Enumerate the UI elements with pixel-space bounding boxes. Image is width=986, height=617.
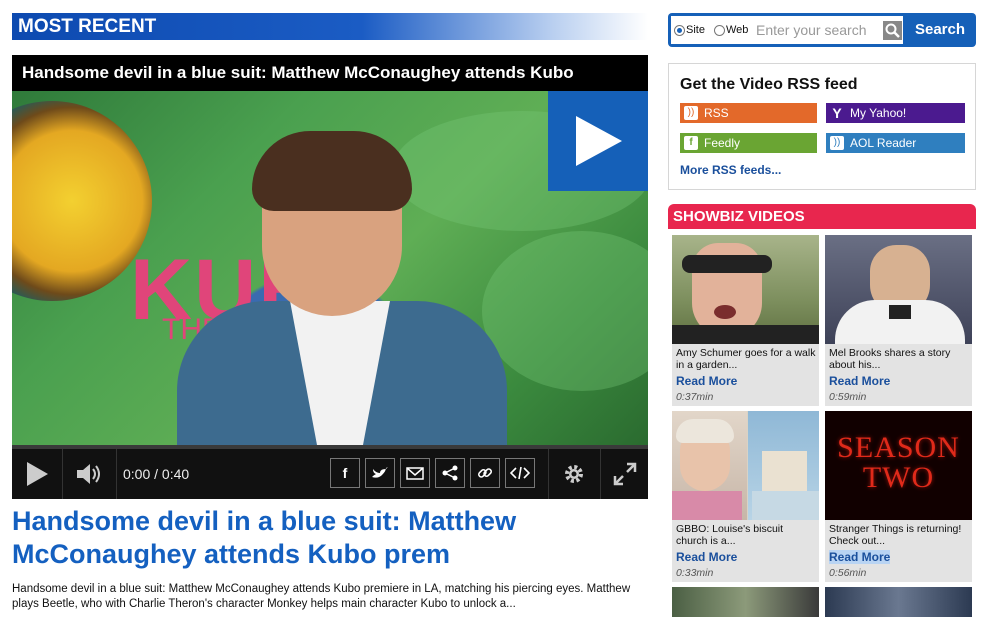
feedly-icon: f xyxy=(684,136,698,150)
video-thumbnail[interactable]: SEASON TWO xyxy=(825,411,972,520)
settings-button[interactable] xyxy=(549,449,599,499)
video-card[interactable]: Mel Brooks shares a story about his... R… xyxy=(825,235,972,406)
article-summary: Handsome devil in a blue suit: Matthew M… xyxy=(12,583,631,610)
share-button[interactable] xyxy=(435,458,465,488)
facebook-icon: f xyxy=(342,465,348,481)
video-duration: 0:37min xyxy=(676,391,714,403)
feedly-button[interactable]: f Feedly xyxy=(680,133,817,153)
aol-reader-button[interactable]: )) AOL Reader xyxy=(826,133,965,153)
video-thumbnail[interactable] xyxy=(672,587,819,617)
article-headline[interactable]: Handsome devil in a blue suit: Matthew M… xyxy=(12,505,642,571)
aol-reader-label: AOL Reader xyxy=(850,136,917,150)
read-more-link[interactable]: Read More xyxy=(676,550,737,564)
read-more-link[interactable]: Read More xyxy=(829,374,890,388)
yahoo-icon: Y xyxy=(832,105,842,121)
video-card[interactable] xyxy=(825,587,972,617)
video-card[interactable] xyxy=(672,587,819,617)
rss-button[interactable]: )) RSS xyxy=(680,103,817,123)
video-thumbnail[interactable] xyxy=(825,235,972,344)
big-play-button[interactable] xyxy=(548,91,648,191)
video-caption: Amy Schumer goes for a walk in a garden.… xyxy=(676,347,816,371)
video-controls: 0:00 / 0:40 f xyxy=(12,449,648,499)
twitter-icon xyxy=(372,467,388,478)
volume-control[interactable] xyxy=(64,449,114,499)
fullscreen-icon xyxy=(613,462,636,486)
share-icon xyxy=(442,465,458,481)
search-input[interactable] xyxy=(756,20,878,40)
facebook-share-button[interactable]: f xyxy=(330,458,360,488)
embed-icon xyxy=(510,466,530,480)
embed-button[interactable] xyxy=(505,458,535,488)
read-more-link[interactable]: Read More xyxy=(829,550,891,564)
most-recent-label: MOST RECENT xyxy=(18,16,157,37)
web-radio-label: Web xyxy=(726,24,749,36)
my-yahoo-button[interactable]: Y My Yahoo! xyxy=(826,103,965,123)
video-card[interactable]: Amy Schumer goes for a walk in a garden.… xyxy=(672,235,819,406)
search-box: Site Web xyxy=(671,16,903,44)
my-yahoo-label: My Yahoo! xyxy=(850,106,907,120)
video-caption: GBBO: Louise's biscuit church is a... xyxy=(676,523,784,547)
play-icon xyxy=(576,116,622,166)
site-radio[interactable] xyxy=(674,25,685,36)
video-player[interactable]: Handsome devil in a blue suit: Matthew M… xyxy=(12,55,648,499)
most-recent-banner: MOST RECENT xyxy=(12,13,648,40)
video-thumbnail[interactable] xyxy=(825,587,972,617)
email-icon xyxy=(406,466,424,480)
web-radio[interactable] xyxy=(714,25,725,36)
time-display: 0:00 / 0:40 xyxy=(123,466,190,482)
video-thumbnail[interactable] xyxy=(672,235,819,344)
video-thumbnail[interactable] xyxy=(672,411,819,520)
video-caption: Stranger Things is returning! Check out.… xyxy=(829,523,962,547)
more-rss-feeds-link[interactable]: More RSS feeds... xyxy=(680,163,781,177)
person-hair xyxy=(252,131,412,211)
twitter-share-button[interactable] xyxy=(365,458,395,488)
video-duration: 0:33min xyxy=(676,567,714,579)
search-bar: Site Web Search xyxy=(668,13,976,47)
link-share-button[interactable] xyxy=(470,458,500,488)
video-card[interactable]: SEASON TWO Stranger Things is returning!… xyxy=(825,411,972,582)
thumb-title-text: SEASON TWO xyxy=(837,431,960,494)
read-more-link[interactable]: Read More xyxy=(676,374,737,388)
video-card[interactable]: GBBO: Louise's biscuit church is a... Re… xyxy=(672,411,819,582)
video-title: Handsome devil in a blue suit: Matthew M… xyxy=(12,55,648,91)
link-icon xyxy=(477,468,493,478)
rss-icon: )) xyxy=(830,136,844,150)
feedly-label: Feedly xyxy=(704,136,741,150)
play-icon xyxy=(27,462,48,486)
play-control[interactable] xyxy=(12,449,62,499)
video-duration: 0:59min xyxy=(829,391,867,403)
fullscreen-button[interactable] xyxy=(601,449,648,499)
rss-feed-box: Get the Video RSS feed )) RSS Y My Yahoo… xyxy=(668,63,976,190)
rss-title: Get the Video RSS feed xyxy=(680,76,858,93)
video-caption: Mel Brooks shares a story about his... xyxy=(829,347,951,371)
search-icon[interactable] xyxy=(883,21,902,40)
gear-icon xyxy=(565,465,583,483)
site-radio-label: Site xyxy=(686,24,705,36)
showbiz-videos-label: SHOWBIZ VIDEOS xyxy=(673,208,805,225)
video-duration: 0:56min xyxy=(829,567,867,579)
volume-icon xyxy=(77,464,100,484)
email-share-button[interactable] xyxy=(400,458,430,488)
showbiz-videos-banner: SHOWBIZ VIDEOS xyxy=(668,204,976,229)
search-button[interactable]: Search xyxy=(904,13,976,47)
rss-button-label: RSS xyxy=(704,106,729,120)
rss-icon: )) xyxy=(684,106,698,120)
